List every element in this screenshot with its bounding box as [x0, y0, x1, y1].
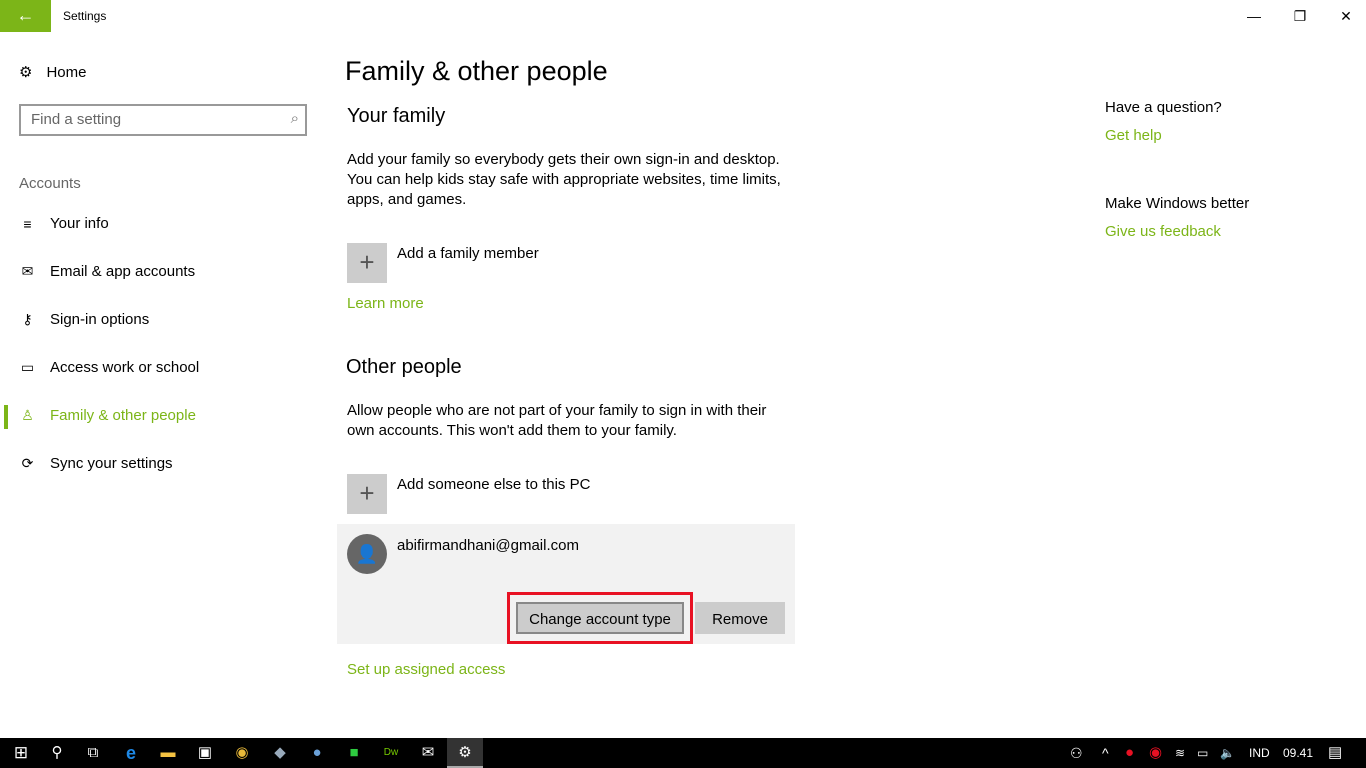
dreamweaver-icon[interactable]: Dw — [373, 738, 409, 768]
settings-taskbar-icon[interactable]: ⚙ — [447, 738, 483, 768]
chrome-icon[interactable]: ◉ — [224, 738, 260, 768]
add-family-plus-icon[interactable]: + — [347, 243, 387, 283]
mail-icon: ✉ — [21, 263, 34, 279]
label: Email & app accounts — [50, 263, 196, 280]
search-icon[interactable]: ⚲ — [39, 738, 75, 768]
label: Family & other people — [50, 407, 196, 424]
sidebar-item-sync[interactable]: ⟳ Sync your settings — [19, 455, 173, 472]
search-placeholder: Find a setting — [31, 111, 122, 128]
app-cube-icon[interactable]: ◆ — [262, 738, 298, 768]
page-title: Family & other people — [345, 56, 608, 86]
sidebar-item-work[interactable]: ▭ Access work or school — [19, 359, 199, 376]
people-icon[interactable]: ⚇ — [1070, 738, 1083, 768]
gear-icon: ⚙ — [19, 64, 33, 81]
back-button[interactable]: ← — [0, 0, 51, 32]
close-button[interactable]: ✕ — [1323, 0, 1366, 32]
sidebar-item-sign-in[interactable]: ⚷ Sign-in options — [19, 311, 149, 328]
record-icon[interactable]: ● — [1125, 738, 1134, 768]
edge-icon[interactable]: e — [113, 738, 149, 768]
taskbar: ⊞ ⚲ ⧉ e ▬ ▣ ◉ ◆ ● ■ Dw ✉ ⚙ ⚇ ^ ● ◉ ≋ ▭ 🔈… — [0, 738, 1366, 768]
minimize-button[interactable]: — — [1231, 0, 1277, 32]
add-other-plus-icon[interactable]: + — [347, 474, 387, 514]
sync-icon: ⟳ — [21, 455, 34, 471]
task-view-icon[interactable]: ⧉ — [75, 738, 111, 768]
battery-icon[interactable]: ▭ — [1197, 738, 1208, 768]
briefcase-icon: ▭ — [20, 359, 35, 375]
get-help-link[interactable]: Get help — [1105, 127, 1162, 144]
window-title: Settings — [63, 9, 107, 23]
avatar-icon: 👤 — [347, 534, 387, 574]
label: Access work or school — [50, 359, 200, 376]
search-input[interactable]: Find a setting ⌕ — [19, 104, 307, 136]
volume-icon[interactable]: 🔈 — [1220, 738, 1235, 768]
section-label: Accounts — [19, 175, 81, 192]
remove-button[interactable]: Remove — [695, 602, 785, 634]
feedback-link[interactable]: Give us feedback — [1105, 223, 1221, 240]
chevron-up-icon[interactable]: ^ — [1102, 738, 1109, 768]
language-indicator[interactable]: IND — [1249, 738, 1270, 768]
question-heading: Have a question? — [1105, 99, 1222, 116]
sidebar-item-your-info[interactable]: ≡ Your info — [19, 215, 109, 232]
highlight-box — [507, 592, 693, 644]
home-label: Home — [46, 63, 87, 81]
start-icon[interactable]: ⊞ — [3, 738, 39, 768]
file-explorer-icon[interactable]: ▬ — [150, 738, 186, 768]
search-icon[interactable]: ⌕ — [291, 110, 299, 127]
selection-indicator — [4, 405, 8, 429]
store-icon[interactable]: ▣ — [187, 738, 223, 768]
action-center-icon[interactable]: ▤ — [1328, 738, 1342, 768]
title-bar: ← Settings — ❐ ✕ — [0, 0, 1366, 32]
learn-more-link[interactable]: Learn more — [347, 295, 424, 312]
family-description: Add your family so everybody gets their … — [347, 151, 781, 208]
home-link[interactable]: ⚙ Home — [19, 63, 87, 82]
add-family-member-button[interactable]: Add a family member — [397, 245, 539, 262]
feedback-heading: Make Windows better — [1105, 195, 1250, 212]
maximize-button[interactable]: ❐ — [1277, 0, 1323, 32]
assigned-access-link[interactable]: Set up assigned access — [347, 661, 505, 678]
label: Your info — [50, 215, 109, 232]
sidebar-item-family[interactable]: ♙ Family & other people — [19, 407, 196, 424]
your-family-heading: Your family — [347, 105, 446, 127]
mail-icon[interactable]: ✉ — [410, 738, 446, 768]
sidebar-item-email[interactable]: ✉ Email & app accounts — [19, 263, 195, 280]
app-window-icon[interactable]: ● — [299, 738, 335, 768]
person-add-icon: ♙ — [21, 407, 34, 423]
account-email: abifirmandhani@gmail.com — [397, 537, 579, 554]
key-icon: ⚷ — [22, 311, 33, 327]
clock[interactable]: 09.41 — [1283, 738, 1313, 768]
wifi-icon[interactable]: ≋ — [1175, 738, 1185, 768]
person-list-icon: ≡ — [23, 215, 32, 232]
add-someone-button[interactable]: Add someone else to this PC — [397, 476, 590, 493]
other-people-heading: Other people — [346, 356, 462, 378]
line-icon[interactable]: ■ — [336, 738, 372, 768]
other-people-description: Allow people who are not part of your fa… — [347, 402, 767, 439]
recorder-icon[interactable]: ◉ — [1149, 738, 1162, 768]
label: Sync your settings — [50, 455, 173, 472]
label: Sign-in options — [50, 311, 150, 328]
